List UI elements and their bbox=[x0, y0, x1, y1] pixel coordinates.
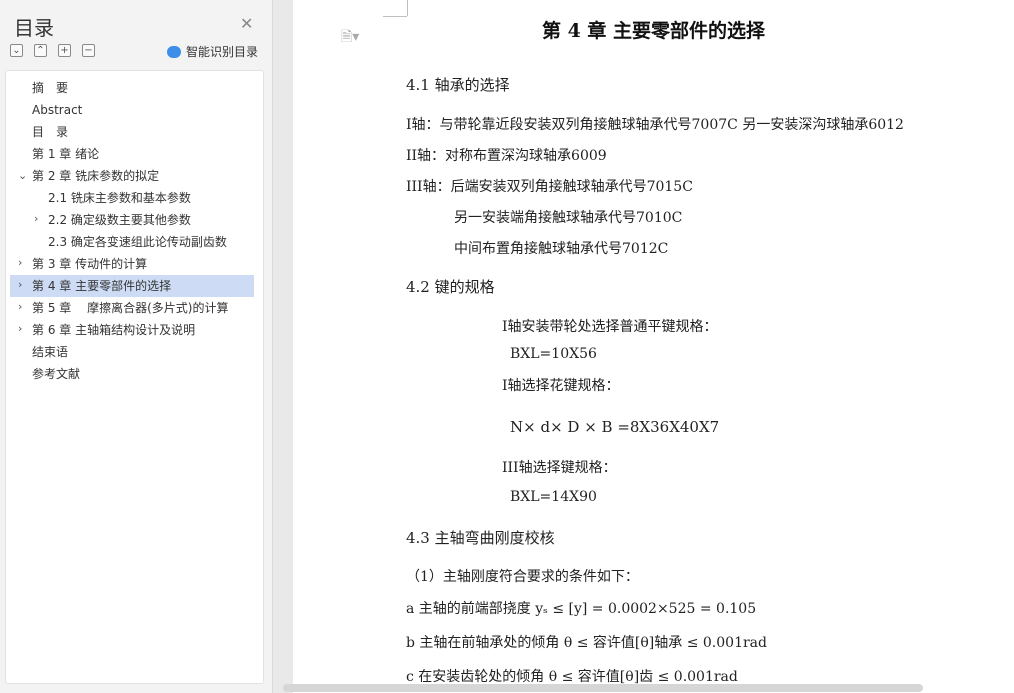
toc-item-chapter-5[interactable]: 第 5 章 摩擦离合器(多片式)的计算 bbox=[6, 297, 261, 319]
formula-line: BXL=10X56 bbox=[510, 346, 597, 362]
toc-item-conclusion[interactable]: 结束语 bbox=[6, 341, 261, 363]
paragraph-line: III轴：后端安装双列角接触球轴承代号7015C bbox=[406, 179, 693, 195]
toc-item-chapter-4[interactable]: 第 4 章 主要零部件的选择 bbox=[10, 275, 254, 297]
toc-item-chapter-3[interactable]: 第 3 章 传动件的计算 bbox=[6, 253, 261, 275]
toc-item-abstract[interactable]: Abstract bbox=[6, 99, 261, 121]
document-area[interactable]: 🗎▾ 第 4 章 主要零部件的选择 4.1 轴承的选择 I轴：与带轮靠近段安装双… bbox=[273, 0, 1014, 693]
document-page: 🗎▾ 第 4 章 主要零部件的选择 4.1 轴承的选择 I轴：与带轮靠近段安装双… bbox=[293, 0, 1014, 693]
toc-item-label: 摘 要 bbox=[32, 81, 69, 95]
toc-item-label: 第 6 章 主轴箱结构设计及说明 bbox=[32, 323, 196, 337]
smart-toc-button[interactable]: 智能识别目录 bbox=[167, 43, 258, 60]
collapse-all-icon[interactable]: − bbox=[82, 44, 95, 57]
toc-sidebar: 目录 ✕ ⌄ ⌃ + − 智能识别目录 摘 要 Abstract 目 录 第 1… bbox=[0, 0, 273, 693]
toc-item-label: 结束语 bbox=[32, 345, 69, 359]
chevron-right-icon[interactable]: › bbox=[18, 278, 22, 291]
close-icon[interactable]: ✕ bbox=[240, 14, 253, 33]
expand-down-icon[interactable]: ⌄ bbox=[10, 44, 23, 57]
toc-item-chapter-1[interactable]: 第 1 章 绪论 bbox=[6, 143, 261, 165]
smart-toc-label: 智能识别目录 bbox=[186, 45, 259, 59]
smart-toc-icon bbox=[167, 45, 181, 58]
toc-list: 摘 要 Abstract 目 录 第 1 章 绪论 ⌄ 第 2 章 铣床参数的拟… bbox=[5, 70, 264, 684]
page-corner-mark bbox=[407, 0, 408, 16]
paragraph-line: I轴：与带轮靠近段安装双列角接触球轴承代号7007C 另一安装深沟球轴承6012 bbox=[406, 117, 904, 133]
paragraph-line: I轴选择花键规格： bbox=[502, 378, 620, 394]
formula-line: N× d× D × B =8X36X40X7 bbox=[510, 418, 720, 436]
expand-all-icon[interactable]: + bbox=[58, 44, 71, 57]
section-heading: 4.1 轴承的选择 bbox=[406, 76, 510, 94]
paragraph-line: III轴选择键规格： bbox=[502, 460, 617, 476]
toc-item-label: 2.2 确定级数主要其他参数 bbox=[48, 213, 191, 227]
toc-item-2-3[interactable]: 2.3 确定各变速组此论传动副齿数 bbox=[6, 231, 261, 253]
section-heading: 4.2 键的规格 bbox=[406, 278, 495, 296]
formula-line: BXL=14X90 bbox=[510, 489, 597, 505]
formula-line: b 主轴在前轴承处的倾角 θ ≤ 容许值[θ]轴承 ≤ 0.001rad bbox=[406, 635, 767, 651]
horizontal-scrollbar[interactable] bbox=[283, 684, 923, 692]
collapse-up-icon[interactable]: ⌃ bbox=[34, 44, 47, 57]
toc-item-label: 2.1 铣床主参数和基本参数 bbox=[48, 191, 191, 205]
toc-item-chapter-2[interactable]: 第 2 章 铣床参数的拟定 bbox=[6, 165, 261, 187]
toc-item-label: 目 录 bbox=[32, 125, 69, 139]
formula-line: c 在安装齿轮处的倾角 θ ≤ 容许值[θ]齿 ≤ 0.001rad bbox=[406, 669, 738, 685]
toc-item-chapter-6[interactable]: 第 6 章 主轴箱结构设计及说明 bbox=[6, 319, 261, 341]
paragraph-line: I轴安装带轮处选择普通平键规格： bbox=[502, 319, 718, 335]
paragraph-line: （1）主轴刚度符合要求的条件如下： bbox=[406, 569, 639, 585]
toc-item-label: 参考文献 bbox=[32, 367, 81, 381]
toc-item-2-2[interactable]: 2.2 确定级数主要其他参数 bbox=[6, 209, 261, 231]
toc-item-label: 第 4 章 主要零部件的选择 bbox=[32, 279, 172, 293]
section-heading: 4.3 主轴弯曲刚度校核 bbox=[406, 529, 555, 547]
toc-item-2-1[interactable]: 2.1 铣床主参数和基本参数 bbox=[6, 187, 261, 209]
sidebar-title: 目录 bbox=[14, 16, 54, 40]
toc-item-label: 第 1 章 绪论 bbox=[32, 147, 100, 161]
toc-item-label: Abstract bbox=[32, 103, 83, 117]
paragraph-line: II轴：对称布置深沟球轴承6009 bbox=[406, 148, 607, 164]
paragraph-line: 中间布置角接触球轴承代号7012C bbox=[454, 241, 669, 257]
formula-line: a 主轴的前端部挠度 yₛ ≤ [y] = 0.0002×525 = 0.105 bbox=[406, 601, 757, 617]
toc-item-contents[interactable]: 目 录 bbox=[6, 121, 261, 143]
toc-item-references[interactable]: 参考文献 bbox=[6, 363, 261, 385]
toc-item-label: 第 3 章 传动件的计算 bbox=[32, 257, 148, 271]
toc-item-label: 第 2 章 铣床参数的拟定 bbox=[32, 169, 160, 183]
chapter-title: 第 4 章 主要零部件的选择 bbox=[541, 20, 766, 42]
toc-item-label: 2.3 确定各变速组此论传动副齿数 bbox=[48, 235, 227, 249]
paragraph-line: 另一安装端角接触球轴承代号7010C bbox=[454, 210, 683, 226]
toc-item-label: 第 5 章 摩擦离合器(多片式)的计算 bbox=[32, 301, 229, 315]
toc-item-abstract-cn[interactable]: 摘 要 bbox=[6, 77, 261, 99]
